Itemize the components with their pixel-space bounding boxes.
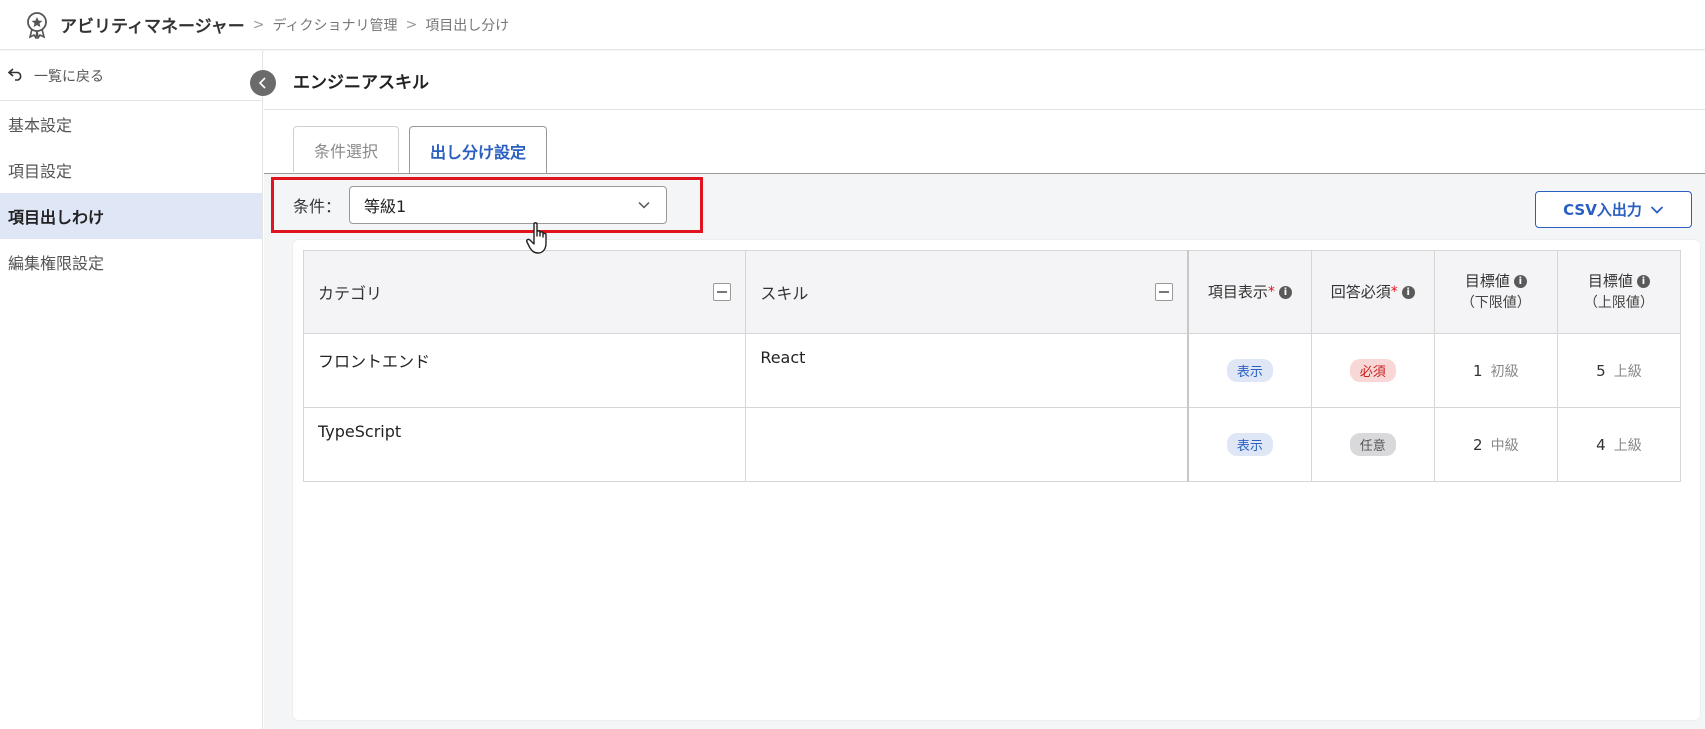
sidebar-collapse-button[interactable] — [250, 70, 276, 96]
divider — [264, 109, 1705, 110]
level-number: 4 — [1596, 435, 1606, 454]
column-header-display: 項目表示* i — [1187, 250, 1312, 334]
column-header-target-high: 目標値 i （上限値） — [1556, 250, 1682, 334]
required-asterisk: * — [1267, 284, 1275, 300]
level-number: 5 — [1596, 361, 1606, 380]
sidebar-item-field-distribution[interactable]: 項目出しわけ — [0, 193, 262, 239]
sidebar-item-label: 項目設定 — [8, 162, 73, 181]
chevron-left-icon — [258, 77, 266, 89]
breadcrumb-current: 項目出し分け — [425, 17, 510, 34]
sidebar-item-basic-settings[interactable]: 基本設定 — [0, 101, 262, 147]
header-sublabel: （下限値） — [1460, 295, 1531, 311]
table-header-row: カテゴリ スキル 項目表示* i 回答必須* i 目標値 i （下限値） 目標値… — [302, 250, 1682, 334]
header-label: カテゴリ — [318, 284, 383, 303]
required-badge[interactable]: 任意 — [1349, 433, 1396, 456]
column-header-category: カテゴリ — [302, 250, 747, 334]
required-badge[interactable]: 必須 — [1349, 359, 1396, 382]
info-icon[interactable]: i — [1401, 286, 1415, 299]
header-label: 目標値 — [1464, 272, 1510, 290]
cell-target-high[interactable]: 5 上級 — [1556, 333, 1682, 408]
column-header-skill: スキル — [745, 250, 1189, 334]
header-sublabel: （上限値） — [1583, 295, 1654, 311]
cell-skill — [745, 407, 1189, 482]
level-name: 初級 — [1490, 363, 1519, 380]
app-title[interactable]: アビリティマネージャー — [60, 12, 245, 37]
chevron-down-icon — [1650, 205, 1663, 214]
breadcrumb-separator: > — [405, 16, 418, 33]
info-icon[interactable]: i — [1278, 286, 1292, 299]
header-label: スキル — [760, 284, 809, 303]
condition-label: 条件： — [293, 197, 342, 216]
condition-highlight-box: 条件： 等級1 — [271, 177, 703, 254]
csv-import-export-button[interactable]: CSV入出力 — [1535, 191, 1692, 228]
level-number: 2 — [1473, 435, 1483, 454]
level-name: 上級 — [1613, 437, 1642, 454]
cell-target-high[interactable]: 4 上級 — [1556, 407, 1682, 482]
cell-target-low[interactable]: 2 中級 — [1433, 407, 1558, 482]
required-asterisk: * — [1390, 284, 1398, 300]
csv-button-label: CSV入出力 — [1563, 201, 1642, 219]
hand-pointer-cursor-icon — [526, 222, 547, 254]
cell-category: フロントエンド — [302, 333, 747, 408]
collapse-column-icon[interactable] — [713, 283, 732, 301]
back-label: 一覧に戻る — [34, 68, 104, 85]
tab-condition-select[interactable]: 条件選択 — [293, 126, 400, 172]
header-label: 回答必須 — [1330, 283, 1391, 301]
chevron-down-icon — [638, 201, 650, 209]
display-badge[interactable]: 表示 — [1226, 433, 1273, 456]
cell-target-low[interactable]: 1 初級 — [1433, 333, 1558, 408]
sidebar-item-edit-permissions[interactable]: 編集権限設定 — [0, 239, 262, 285]
award-badge-icon[interactable] — [22, 10, 52, 40]
level-name: 中級 — [1490, 437, 1519, 454]
header-label: 項目表示 — [1207, 283, 1268, 301]
undo-arrow-icon — [7, 66, 24, 85]
cell-required: 必須 — [1310, 333, 1435, 408]
sidebar-item-field-settings[interactable]: 項目設定 — [0, 147, 262, 193]
level-number: 1 — [1473, 361, 1483, 380]
back-to-list-link[interactable]: 一覧に戻る — [0, 51, 262, 101]
cell-display: 表示 — [1187, 407, 1312, 482]
distribution-table: カテゴリ スキル 項目表示* i 回答必須* i 目標値 i （下限値） 目標値… — [302, 250, 1682, 482]
cell-display: 表示 — [1187, 333, 1312, 408]
condition-select[interactable]: 等級1 — [349, 186, 668, 224]
content-area: 条件： 等級1 CSV入出力 カテゴリ スキル 項目表示* i 回答必須* i … — [264, 174, 1705, 729]
condition-selected-value: 等級1 — [364, 197, 407, 216]
sidebar-item-label: 編集権限設定 — [8, 254, 105, 273]
table-card: カテゴリ スキル 項目表示* i 回答必須* i 目標値 i （下限値） 目標値… — [293, 240, 1700, 720]
info-icon[interactable]: i — [1636, 275, 1650, 288]
sidebar-item-label: 基本設定 — [8, 116, 73, 135]
column-header-target-low: 目標値 i （下限値） — [1433, 250, 1558, 334]
display-badge[interactable]: 表示 — [1226, 359, 1273, 382]
tab-bar: 条件選択 出し分け設定 — [293, 126, 557, 174]
level-name: 上級 — [1613, 363, 1642, 380]
breadcrumb-separator: > — [252, 16, 265, 33]
collapse-column-icon[interactable] — [1155, 283, 1174, 301]
app-header: アビリティマネージャー > ディクショナリ管理 > 項目出し分け — [0, 0, 1705, 50]
sidebar: 一覧に戻る 基本設定 項目設定 項目出しわけ 編集権限設定 — [0, 51, 263, 729]
cell-required: 任意 — [1310, 407, 1435, 482]
info-icon[interactable]: i — [1513, 275, 1527, 288]
header-label: 目標値 — [1587, 272, 1633, 290]
page-title: エンジニアスキル — [293, 72, 429, 93]
cell-skill: React — [745, 333, 1189, 408]
main-content: エンジニアスキル 条件選択 出し分け設定 条件： 等級1 CSV入出力 カテゴリ… — [264, 51, 1705, 729]
column-header-required: 回答必須* i — [1310, 250, 1435, 334]
breadcrumb-dictionary[interactable]: ディクショナリ管理 — [273, 15, 398, 35]
sidebar-item-label: 項目出しわけ — [8, 208, 105, 227]
table-row: TypeScript 表示 任意 2 中級 4 上級 — [302, 407, 1682, 482]
table-row: フロントエンド React 表示 必須 1 初級 5 上級 — [302, 333, 1682, 408]
cell-category: TypeScript — [302, 407, 747, 482]
tab-distribution-settings[interactable]: 出し分け設定 — [409, 126, 548, 174]
